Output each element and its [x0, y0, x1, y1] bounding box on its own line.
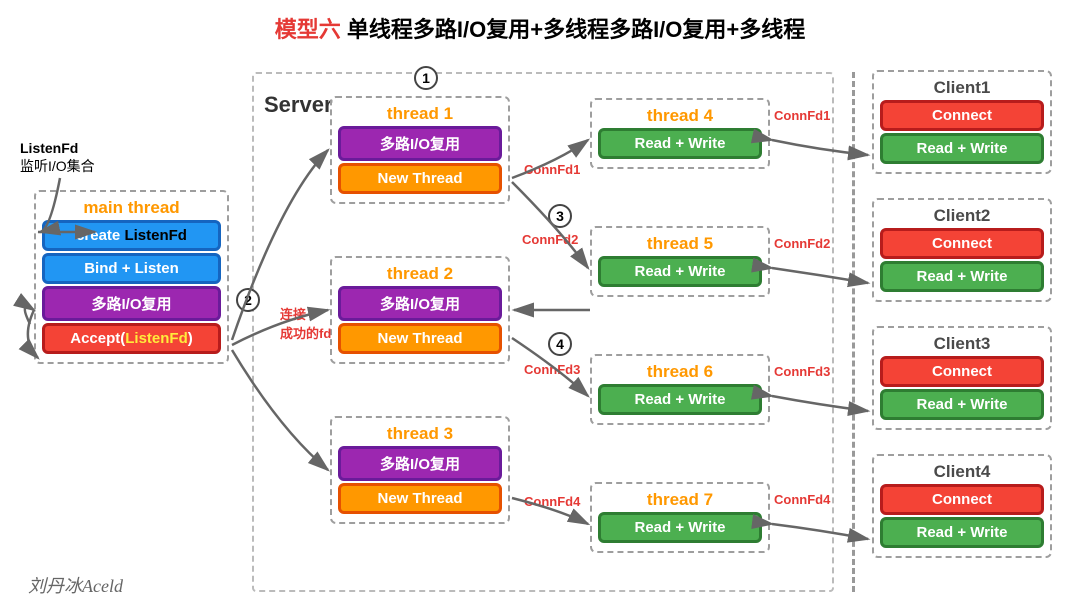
thread-1-new: New Thread — [338, 163, 502, 194]
client-3-group: Client3 Connect Read + Write — [872, 326, 1052, 430]
thread-6-group: thread 6 Read + Write — [590, 354, 770, 425]
conn-fd2-b: ConnFd2 — [774, 236, 830, 251]
main-io-multiplex: 多路I/O复用 — [42, 286, 221, 321]
client-2-connect: Connect — [880, 228, 1044, 259]
thread-2-io: 多路I/O复用 — [338, 286, 502, 321]
client-2-group: Client2 Connect Read + Write — [872, 198, 1052, 302]
conn-fd2-a: ConnFd2 — [522, 232, 578, 247]
main-thread-title: main thread — [42, 198, 221, 218]
thread-1-io: 多路I/O复用 — [338, 126, 502, 161]
thread-2-title: thread 2 — [338, 264, 502, 284]
thread-7-title: thread 7 — [598, 490, 762, 510]
thread-1-title: thread 1 — [338, 104, 502, 124]
thread-4-title: thread 4 — [598, 106, 762, 126]
conn-fd4-a: ConnFd4 — [524, 494, 580, 509]
client-4-title: Client4 — [880, 462, 1044, 482]
thread-3-io: 多路I/O复用 — [338, 446, 502, 481]
link-ok: 连接 成功的fd — [280, 304, 331, 342]
listenfd-label: ListenFd 监听I/O集合 — [20, 140, 95, 176]
divider — [852, 72, 855, 592]
client-1-title: Client1 — [880, 78, 1044, 98]
step-4: 4 — [548, 332, 572, 356]
conn-fd1-b: ConnFd1 — [774, 108, 830, 123]
client-2-title: Client2 — [880, 206, 1044, 226]
conn-fd3-b: ConnFd3 — [774, 364, 830, 379]
thread-4-group: thread 4 Read + Write — [590, 98, 770, 169]
create-listenfd: create ListenFd — [42, 220, 221, 251]
thread-1-group: thread 1 多路I/O复用 New Thread — [330, 96, 510, 204]
step-2: 2 — [236, 288, 260, 312]
client-1-rw: Read + Write — [880, 133, 1044, 164]
client-4-group: Client4 Connect Read + Write — [872, 454, 1052, 558]
main-thread-group: main thread create ListenFd Bind + Liste… — [34, 190, 229, 364]
thread-6-title: thread 6 — [598, 362, 762, 382]
thread-5-title: thread 5 — [598, 234, 762, 254]
conn-fd4-b: ConnFd4 — [774, 492, 830, 507]
client-3-connect: Connect — [880, 356, 1044, 387]
title-rest: 单线程多路I/O复用+多线程多路I/O复用+多线程 — [341, 17, 805, 42]
step-3: 3 — [548, 204, 572, 228]
signature: 刘丹冰Aceld — [28, 572, 123, 598]
conn-fd3-a: ConnFd3 — [524, 362, 580, 377]
bind-listen: Bind + Listen — [42, 253, 221, 284]
client-1-group: Client1 Connect Read + Write — [872, 70, 1052, 174]
thread-2-group: thread 2 多路I/O复用 New Thread — [330, 256, 510, 364]
client-3-rw: Read + Write — [880, 389, 1044, 420]
thread-2-new: New Thread — [338, 323, 502, 354]
thread-5-group: thread 5 Read + Write — [590, 226, 770, 297]
thread-7-rw: Read + Write — [598, 512, 762, 543]
conn-fd1-a: ConnFd1 — [524, 162, 580, 177]
thread-5-rw: Read + Write — [598, 256, 762, 287]
accept-listenfd: Accept(ListenFd) — [42, 323, 221, 354]
thread-6-rw: Read + Write — [598, 384, 762, 415]
diagram-title: 模型六 单线程多路I/O复用+多线程多路I/O复用+多线程 — [0, 0, 1080, 44]
client-3-title: Client3 — [880, 334, 1044, 354]
thread-3-group: thread 3 多路I/O复用 New Thread — [330, 416, 510, 524]
client-4-connect: Connect — [880, 484, 1044, 515]
thread-4-rw: Read + Write — [598, 128, 762, 159]
client-4-rw: Read + Write — [880, 517, 1044, 548]
client-2-rw: Read + Write — [880, 261, 1044, 292]
thread-7-group: thread 7 Read + Write — [590, 482, 770, 553]
step-1: 1 — [414, 66, 438, 90]
thread-3-new: New Thread — [338, 483, 502, 514]
server-label: Server — [264, 92, 333, 118]
thread-3-title: thread 3 — [338, 424, 502, 444]
title-prefix: 模型六 — [275, 17, 341, 42]
client-1-connect: Connect — [880, 100, 1044, 131]
